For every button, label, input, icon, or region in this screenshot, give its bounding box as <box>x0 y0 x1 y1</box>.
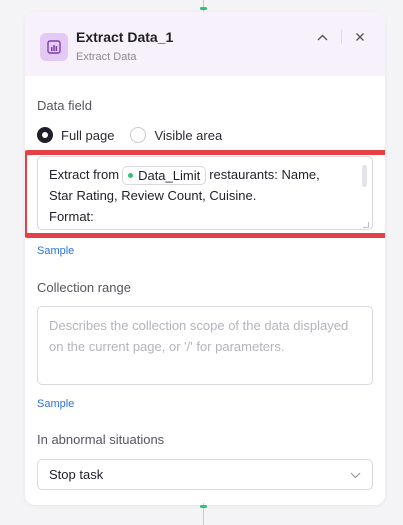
connector-in <box>200 0 207 12</box>
connector-line <box>203 0 204 12</box>
radio-visible-area[interactable]: Visible area <box>130 127 222 143</box>
node-subtitle: Extract Data <box>76 51 137 63</box>
radio-full-page[interactable]: Full page <box>37 127 114 143</box>
connector-out <box>200 503 207 525</box>
abnormal-action-select[interactable]: Stop task <box>37 459 373 490</box>
radio-checked-icon <box>37 127 53 143</box>
chevron-up-icon[interactable] <box>311 26 333 48</box>
radio-label: Visible area <box>154 127 223 143</box>
connector-handle[interactable] <box>200 7 207 10</box>
radio-label: Full page <box>61 127 115 143</box>
extract-data-node: Extract Data_1 Extract Data Data field F… <box>25 12 385 505</box>
collection-range-input[interactable]: Describes the collection scope of the da… <box>37 306 373 385</box>
connector-handle[interactable] <box>200 505 207 508</box>
node-header: Extract Data_1 Extract Data <box>25 12 385 76</box>
chevron-down-icon <box>350 467 361 482</box>
data-field-radio-group: Full page Visible area <box>37 125 238 145</box>
data-field-label: Data field <box>37 98 92 113</box>
node-title: Extract Data_1 <box>76 29 174 45</box>
select-value: Stop task <box>49 467 104 482</box>
abnormal-situations-label: In abnormal situations <box>37 432 165 447</box>
sample-link[interactable]: Sample <box>37 245 74 257</box>
collection-range-label: Collection range <box>37 280 131 295</box>
radio-unchecked-icon <box>130 127 147 143</box>
highlight-box <box>25 150 385 238</box>
chart-icon <box>40 33 68 61</box>
sample-link[interactable]: Sample <box>37 398 74 410</box>
close-icon[interactable] <box>349 26 371 48</box>
header-divider <box>341 30 342 44</box>
